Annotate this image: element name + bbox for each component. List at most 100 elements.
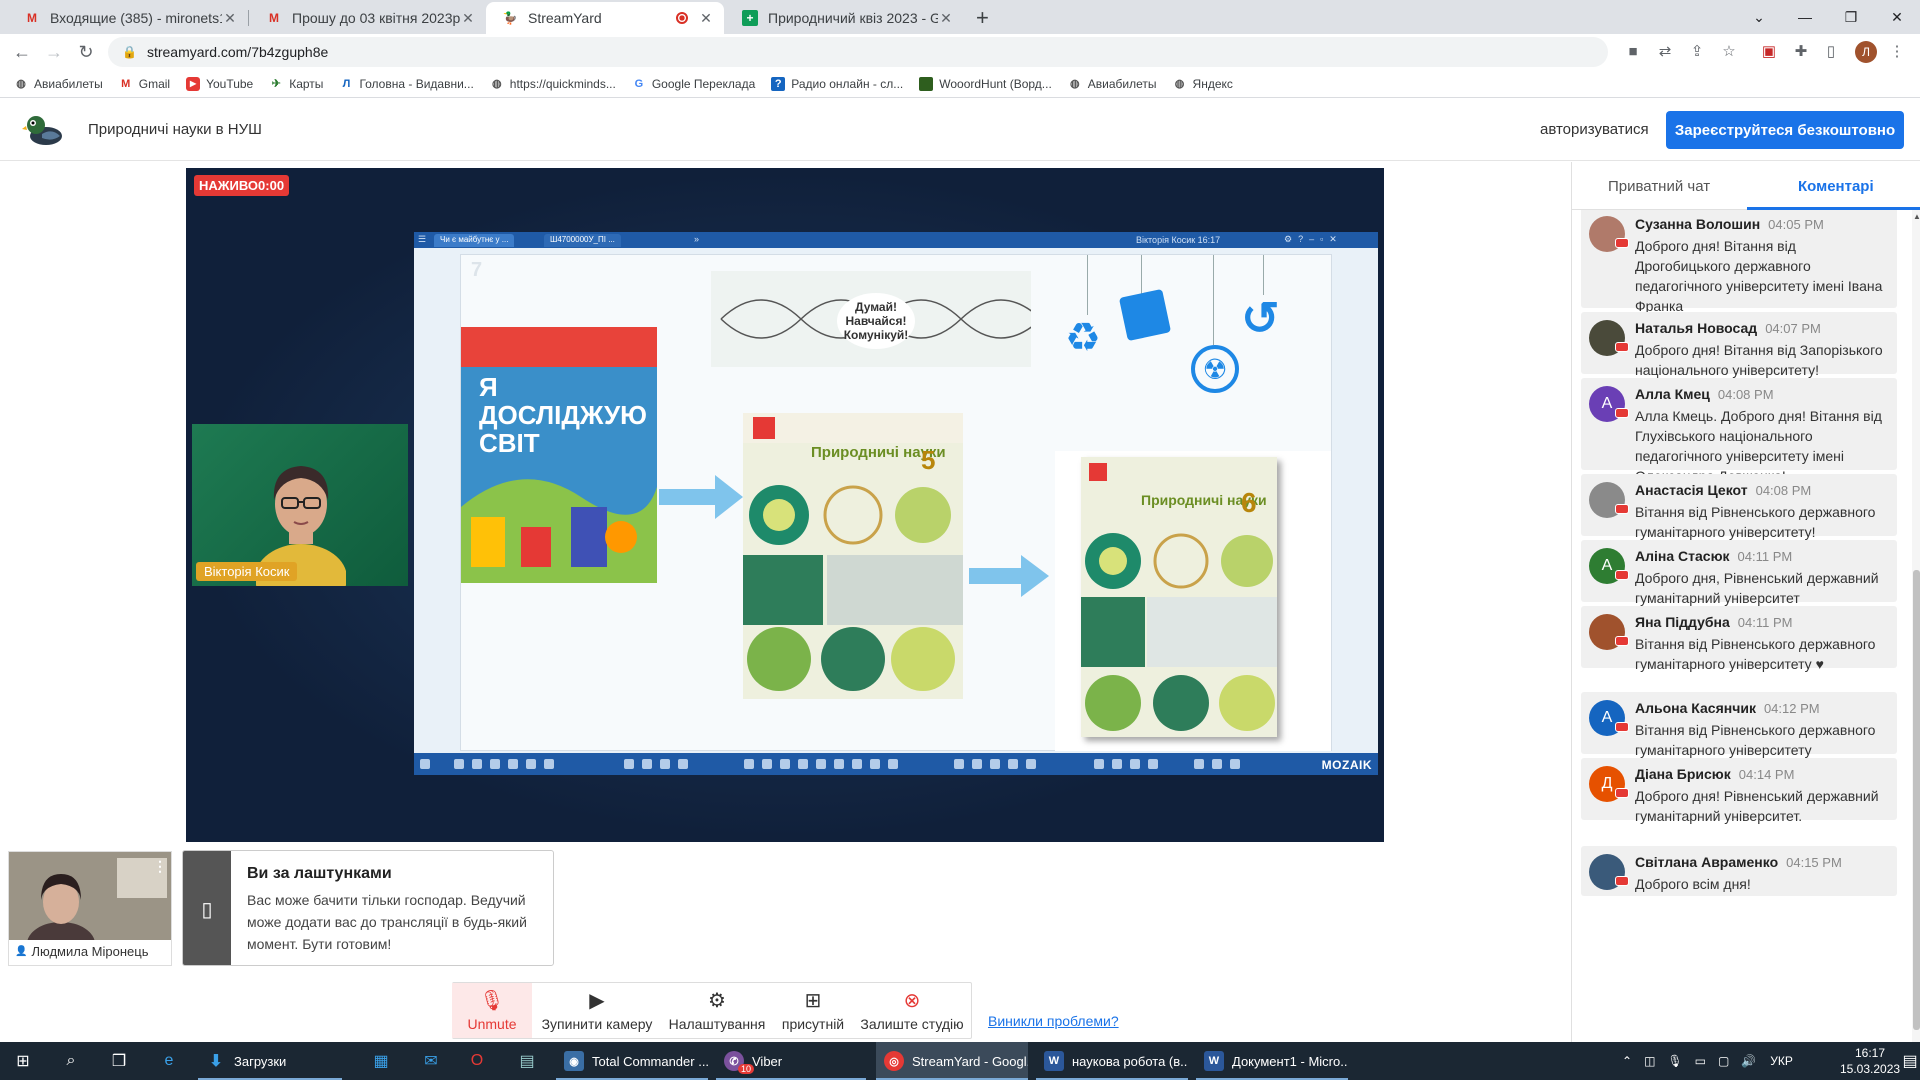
screenshare-tab: Ш4700000У_ПІ ... bbox=[544, 234, 621, 247]
tray-chevron-up-icon[interactable]: ⌃ bbox=[1622, 1054, 1632, 1068]
restore-button[interactable]: ❐ bbox=[1828, 0, 1874, 34]
youtube-source-icon bbox=[1615, 788, 1629, 798]
taskbar-app-viber[interactable]: ✆ 10 Viber bbox=[716, 1042, 866, 1080]
translate-icon[interactable]: ⇄ bbox=[1656, 43, 1674, 61]
viber-badge: 10 bbox=[738, 1064, 755, 1074]
edge-icon[interactable]: e bbox=[158, 1050, 180, 1072]
commenter-name: Яна Піддубна 04:11 PM bbox=[1635, 614, 1792, 630]
bookmark-item[interactable]: ◍ Яндекс bbox=[1173, 77, 1233, 91]
taskbar-app-total-commander[interactable]: ◉ Total Commander ... bbox=[556, 1042, 708, 1080]
browser-tab-gmail-request[interactable]: M Прошу до 03 квітня 2023р прос ✕ bbox=[250, 2, 486, 34]
notifications-icon[interactable]: ▤ bbox=[1902, 1050, 1918, 1072]
minimize-button[interactable]: — bbox=[1782, 0, 1828, 34]
tab-comments[interactable]: Коментарі bbox=[1798, 178, 1874, 195]
desktop-icon[interactable]: ▢ bbox=[1718, 1054, 1729, 1068]
reload-icon[interactable]: ↻ bbox=[76, 42, 96, 63]
tray-app-icon[interactable]: ◫ bbox=[1644, 1054, 1655, 1068]
new-tab-button[interactable]: + bbox=[976, 5, 989, 31]
present-button[interactable]: ⊞ присутній bbox=[776, 983, 850, 1038]
task-view-icon[interactable]: ❒ bbox=[108, 1050, 130, 1072]
backstage-notice: ▯ Ви за лаштунками Вас може бачити тільк… bbox=[182, 850, 554, 966]
store-icon[interactable]: ▦ bbox=[370, 1050, 392, 1072]
bookmark-item[interactable]: G Google Переклада bbox=[632, 77, 756, 91]
comment-item: А Алла Кмец 04:08 PM Алла Кмець. Доброго дн… bbox=[1581, 378, 1897, 484]
participant-options-icon[interactable]: ⋮ bbox=[153, 858, 167, 875]
leave-studio-button[interactable]: ⊗ Залиште студію bbox=[856, 983, 968, 1038]
close-tab-icon[interactable]: ✕ bbox=[460, 10, 476, 26]
microphone-icon[interactable]: 🎙 bbox=[1667, 1054, 1682, 1068]
taskbar-app-word-research[interactable]: W наукова робота (в... bbox=[1036, 1042, 1188, 1080]
unmute-button[interactable]: 🎙 Unmute bbox=[452, 983, 532, 1038]
browser-tab-gmail-inbox[interactable]: M Входящие (385) - mironets19@g ✕ bbox=[8, 2, 248, 34]
bookmark-item[interactable]: M Gmail bbox=[119, 77, 170, 91]
browser-toolbar: ← → ↻ 🔒 streamyard.com/7b4zguph8e ■ ⇄ ⇪ … bbox=[0, 34, 1920, 70]
taskbar-app-chrome[interactable]: ◎ StreamYard - Googl... bbox=[876, 1042, 1028, 1080]
search-icon[interactable]: ⌕ bbox=[60, 1050, 82, 1072]
camera-icon[interactable]: ■ bbox=[1624, 43, 1642, 61]
tool-icon bbox=[744, 759, 754, 769]
forward-icon[interactable]: → bbox=[44, 42, 64, 63]
network-icon[interactable]: ▭ bbox=[1695, 1054, 1706, 1068]
login-link[interactable]: авторизуватися bbox=[1540, 121, 1649, 138]
comment-time: 04:05 PM bbox=[1768, 217, 1824, 232]
commenter-name: Алла Кмец 04:08 PM bbox=[1635, 386, 1774, 402]
mozaik-brand: MOZAIK bbox=[1321, 758, 1372, 772]
extensions-puzzle-icon[interactable]: ✚ bbox=[1792, 43, 1810, 61]
bookmark-item[interactable]: ▶ YouTube bbox=[186, 76, 253, 91]
tool-icon bbox=[490, 759, 500, 769]
address-bar[interactable]: 🔒 streamyard.com/7b4zguph8e bbox=[108, 37, 1608, 67]
tool-icon bbox=[834, 759, 844, 769]
close-window-button[interactable]: ✕ bbox=[1874, 0, 1920, 34]
bookmark-item[interactable]: ◍ https://quickminds... bbox=[490, 77, 616, 91]
tab-separator bbox=[248, 10, 249, 26]
share-icon[interactable]: ⇪ bbox=[1688, 43, 1706, 61]
bookmark-item[interactable]: Л Головна - Видавни... bbox=[339, 77, 474, 91]
mail-icon[interactable]: ✉ bbox=[420, 1050, 442, 1072]
bookmark-item[interactable]: ◍ Авиабилеты bbox=[1068, 77, 1157, 91]
close-tab-icon[interactable]: ✕ bbox=[222, 10, 238, 26]
problems-link[interactable]: Виникли проблеми? bbox=[988, 1013, 1119, 1029]
tab-search-icon[interactable]: ⌄ bbox=[1736, 0, 1782, 34]
side-panel-icon[interactable]: ▯ bbox=[1822, 43, 1840, 61]
menu-kebab-icon[interactable]: ⋮ bbox=[1888, 43, 1906, 61]
youtube-source-icon bbox=[1615, 342, 1629, 352]
tab-private-chat[interactable]: Приватний чат bbox=[1608, 178, 1710, 195]
bookmark-item[interactable]: WooordHunt (Ворд... bbox=[919, 76, 1052, 91]
textbook-grade5-number: 5 bbox=[921, 445, 936, 475]
taskbar-clock[interactable]: 16:17 15.03.2023 bbox=[1840, 1045, 1900, 1077]
comments-scrollbar[interactable]: ▲ bbox=[1912, 210, 1920, 1042]
taskbar-app-word-document[interactable]: W Документ1 - Micro... bbox=[1196, 1042, 1348, 1080]
stop-camera-button[interactable]: ▶ Зупинити камеру bbox=[538, 983, 656, 1038]
browser-tabstrip: M Входящие (385) - mironets19@g ✕ M Прош… bbox=[0, 0, 1920, 34]
taskbar-app-downloads[interactable]: ⬇ Загрузки bbox=[198, 1042, 342, 1080]
comment-text: Доброго дня! Вітання від Запорізького на… bbox=[1635, 342, 1883, 378]
opera-icon[interactable]: O bbox=[466, 1050, 488, 1072]
settings-button[interactable]: ⚙ Налаштування bbox=[662, 983, 772, 1038]
browser-tab-streamyard[interactable]: 🦆 StreamYard ✕ bbox=[486, 2, 724, 34]
browser-tab-sheets[interactable]: + Природничий квіз 2023 - Goog ✕ bbox=[726, 2, 964, 34]
tab-title: Входящие (385) - mironets19@g bbox=[50, 10, 222, 26]
volume-icon[interactable]: 🔊 bbox=[1741, 1054, 1756, 1068]
windows-start-icon[interactable]: ⊞ bbox=[12, 1050, 34, 1072]
calculator-icon[interactable]: ▤ bbox=[516, 1050, 538, 1072]
bookmark-item[interactable]: ◍ Авиабилеты bbox=[14, 77, 103, 91]
scroll-thumb[interactable] bbox=[1913, 570, 1920, 1030]
commenter-name-text: Аліна Стасюк bbox=[1635, 548, 1730, 564]
bookmark-star-icon[interactable]: ☆ bbox=[1720, 43, 1738, 61]
scroll-up-icon[interactable]: ▲ bbox=[1913, 212, 1920, 221]
total-commander-icon: ◉ bbox=[564, 1051, 584, 1071]
close-tab-icon[interactable]: ✕ bbox=[698, 10, 714, 26]
lock-icon: 🔒 bbox=[122, 45, 137, 59]
language-indicator[interactable]: УКР bbox=[1770, 1054, 1793, 1068]
bookmark-item[interactable]: ✈ Карты bbox=[269, 77, 324, 91]
signup-button[interactable]: Зареєструйтеся безкоштовно bbox=[1666, 111, 1904, 149]
profile-avatar[interactable]: Л bbox=[1855, 41, 1877, 63]
backstage-participant-card[interactable]: ⋮ 👤 Людмила Міронець bbox=[8, 851, 172, 966]
bookmark-item[interactable]: ? Радио онлайн - сл... bbox=[771, 76, 903, 91]
leave-icon: ⊗ bbox=[903, 989, 921, 1012]
close-tab-icon[interactable]: ✕ bbox=[938, 10, 954, 26]
extension-icon[interactable]: ▣ bbox=[1760, 43, 1778, 61]
back-icon[interactable]: ← bbox=[12, 42, 32, 63]
windows-taskbar: ⊞ ⌕ ❒ e ⬇ Загрузки ▦ ✉ O ▤ ◉ Total Comma… bbox=[0, 1042, 1920, 1080]
wooordhunt-icon bbox=[919, 76, 934, 91]
